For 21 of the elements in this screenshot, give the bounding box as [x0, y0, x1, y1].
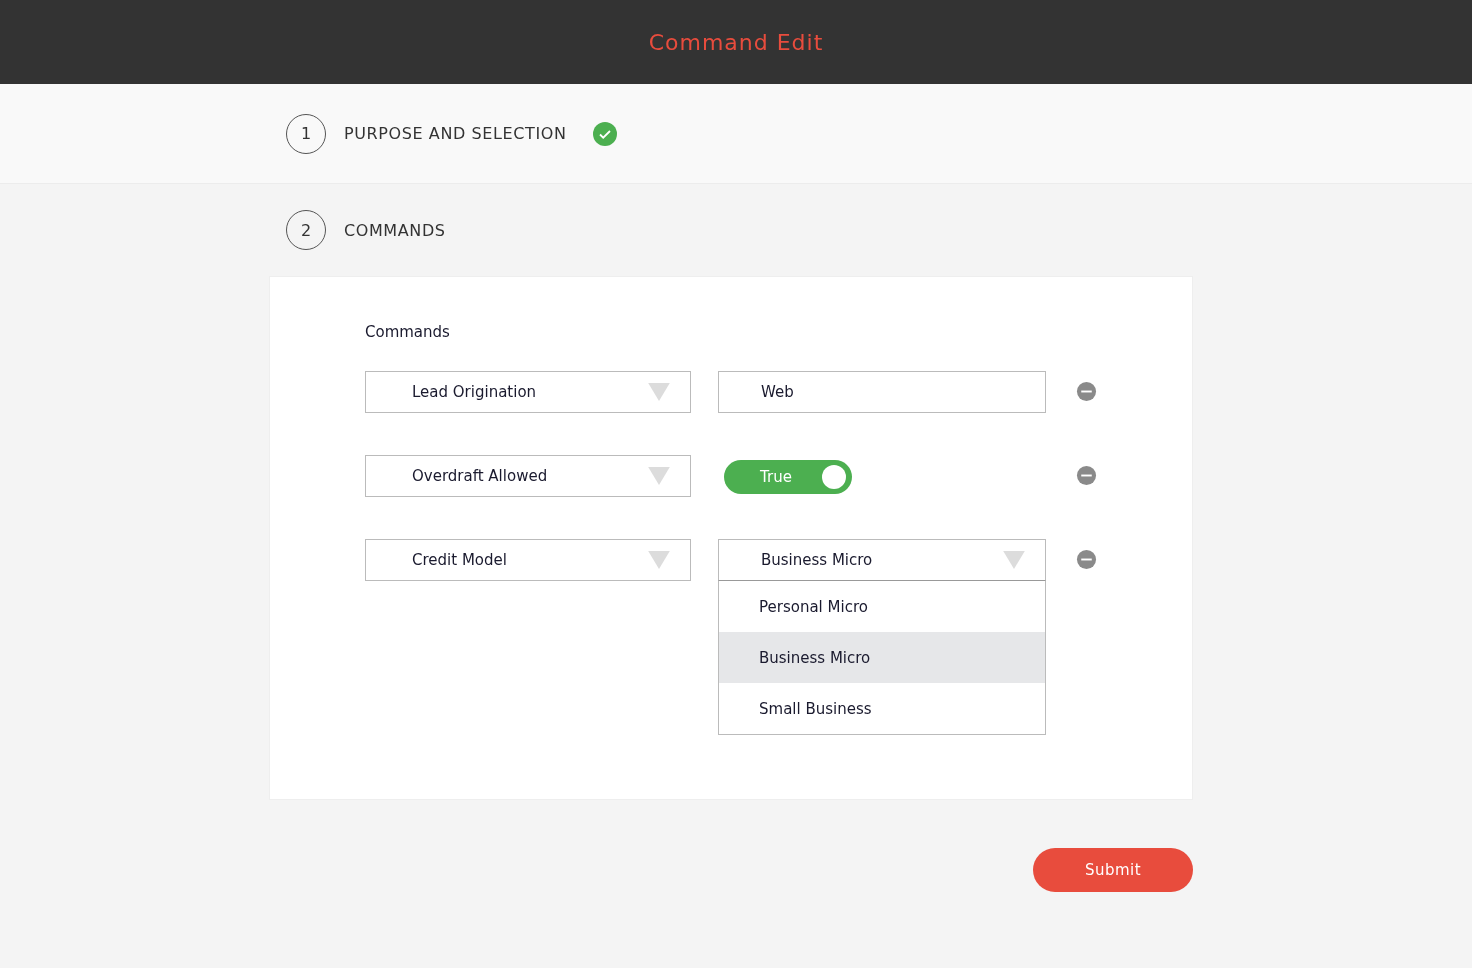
key-dropdown[interactable]: Overdraft Allowed [365, 455, 691, 497]
value-dropdown[interactable]: Business Micro [718, 539, 1046, 581]
caret-icon [1003, 551, 1025, 569]
submit-button[interactable]: Submit [1033, 848, 1193, 892]
caret-icon [648, 551, 670, 569]
remove-icon[interactable] [1076, 381, 1097, 402]
remove-icon[interactable] [1076, 549, 1097, 570]
caret-icon [648, 467, 670, 485]
caret-icon [648, 383, 670, 401]
remove-icon[interactable] [1076, 465, 1097, 486]
dropdown-option[interactable]: Business Micro [719, 632, 1045, 683]
key-dropdown[interactable]: Credit Model [365, 539, 691, 581]
step-label: PURPOSE AND SELECTION [344, 124, 567, 143]
dropdown-option[interactable]: Personal Micro [719, 581, 1045, 632]
value-field[interactable]: Web [718, 371, 1046, 413]
check-icon [592, 121, 617, 146]
dropdown-option[interactable]: Small Business [719, 683, 1045, 734]
section-title: Commands [365, 323, 451, 341]
key-dropdown[interactable]: Lead Origination [365, 371, 691, 413]
page-title: Command Edit [648, 29, 824, 55]
step-label: COMMANDS [344, 220, 446, 240]
